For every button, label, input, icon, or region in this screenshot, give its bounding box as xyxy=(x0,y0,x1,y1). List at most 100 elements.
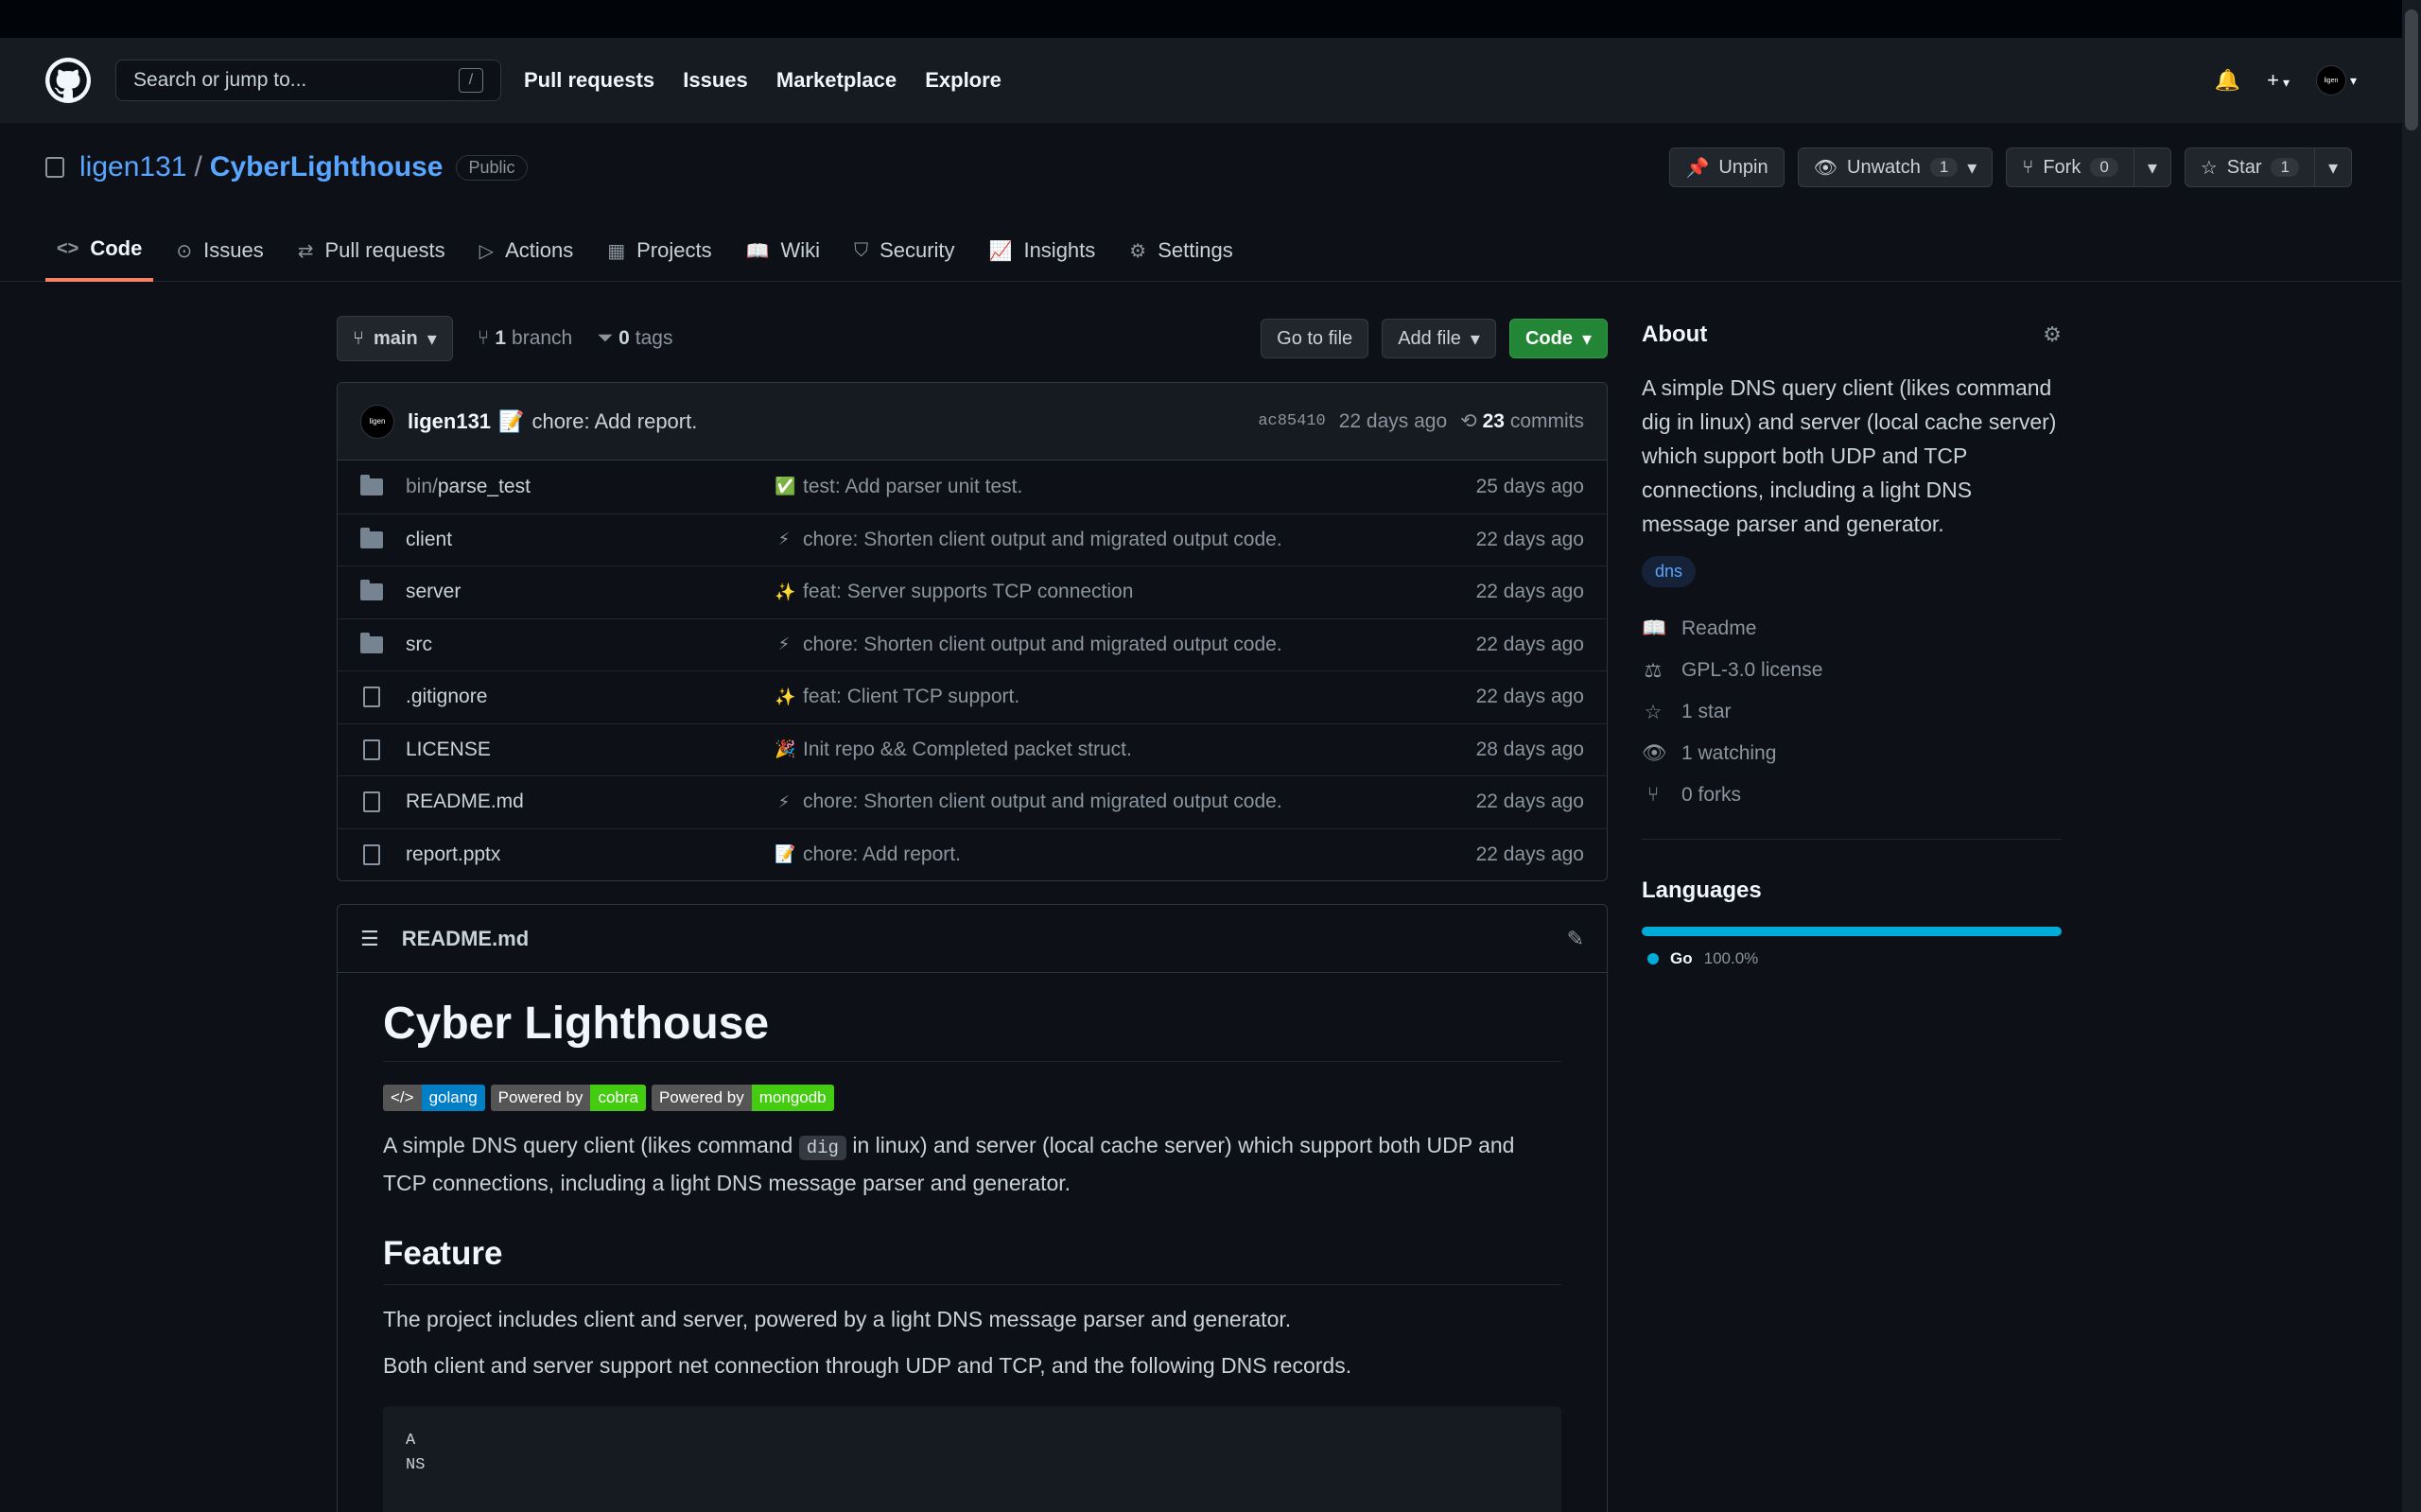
unpin-button[interactable]: 📌 Unpin xyxy=(1669,148,1785,187)
commit-message-link[interactable]: chore: Add report. xyxy=(531,409,697,434)
file-name-link[interactable]: bin/parse_test xyxy=(406,476,775,498)
nav-explore[interactable]: Explore xyxy=(925,68,1001,92)
fork-button[interactable]: ⑂ Fork 0 xyxy=(2006,148,2134,187)
file-icon xyxy=(360,843,383,865)
file-row[interactable]: report.pptx 📝 chore: Add report. 22 days ag… xyxy=(338,827,1607,881)
file-name-link[interactable]: client xyxy=(406,529,775,551)
nav-issues[interactable]: Issues xyxy=(683,68,748,92)
commit-author-link[interactable]: ligen131 xyxy=(408,409,491,434)
tab-wiki[interactable]: 📖 Wiki xyxy=(735,219,831,282)
commit-meta: ac85410 22 days ago ⟲ 23 commits xyxy=(1258,409,1584,433)
about-heading: About xyxy=(1642,322,1708,347)
tab-code[interactable]: <> Code xyxy=(45,219,154,282)
language-bar xyxy=(1642,927,2062,936)
commits-link[interactable]: ⟲ 23 commits xyxy=(1460,409,1584,433)
file-age: 22 days ago xyxy=(1475,843,1584,865)
file-list: bin/parse_test ✅ test: Add parser unit tes… xyxy=(338,461,1607,880)
feature-heading: Feature xyxy=(383,1235,1561,1285)
forks-link[interactable]: ⑂ 0 forks xyxy=(1642,774,2062,816)
stars-link[interactable]: ☆ 1 star xyxy=(1642,691,2062,733)
readme-header: ☰ README.md ✎ xyxy=(338,905,1607,973)
watching-label: 1 watching xyxy=(1681,742,1777,764)
tab-insights[interactable]: 📈 Insights xyxy=(978,219,1107,282)
file-name-link[interactable]: .gitignore xyxy=(406,686,775,708)
commit-emoji-icon: ⚡ xyxy=(777,634,791,654)
file-row[interactable]: server ✨ feat: Server supports TCP connect… xyxy=(338,565,1607,618)
play-icon: ▷ xyxy=(479,240,495,262)
branch-selector[interactable]: ⑂ main ▾ xyxy=(337,316,453,361)
file-row[interactable]: src ⚡ chore: Shorten client output and mig… xyxy=(338,617,1607,671)
badge-golang[interactable]: </> golang xyxy=(383,1085,485,1111)
file-name-link[interactable]: src xyxy=(406,634,775,656)
star-dropdown-button[interactable]: ▾ xyxy=(2314,148,2352,187)
nav-pull-requests[interactable]: Pull requests xyxy=(524,68,654,92)
license-link[interactable]: ⚖ GPL-3.0 license xyxy=(1642,650,2062,691)
tab-actions[interactable]: ▷ Actions xyxy=(468,219,585,282)
commit-message: feat: Client TCP support. xyxy=(803,686,1020,708)
file-commit-message[interactable]: 📝 chore: Add report. xyxy=(775,843,1476,866)
file-commit-message[interactable]: ⚡ chore: Shorten client output and migrat… xyxy=(775,529,1476,551)
topic-tag[interactable]: dns xyxy=(1642,556,1697,587)
file-name-link[interactable]: LICENSE xyxy=(406,739,775,761)
code-button[interactable]: Code ▾ xyxy=(1508,319,1608,358)
chevron-down-icon: ▾ xyxy=(1967,157,1977,179)
add-file-button[interactable]: Add file ▾ xyxy=(1382,319,1496,358)
tab-issues[interactable]: ⊙ Issues xyxy=(165,219,274,282)
file-commit-message[interactable]: ✨ feat: Client TCP support. xyxy=(775,686,1476,708)
chevron-down-icon: ▾ xyxy=(1581,328,1592,350)
github-logo-icon[interactable] xyxy=(45,58,91,103)
tab-projects[interactable]: ▦ Projects xyxy=(596,219,723,282)
languages-heading: Languages xyxy=(1642,878,1762,903)
branches-link[interactable]: ⑂ 1 branch xyxy=(478,327,573,350)
page-scrollbar[interactable] xyxy=(2402,0,2421,1512)
language-color-dot xyxy=(1647,953,1659,965)
bell-icon[interactable]: 🔔 xyxy=(2215,68,2240,93)
pencil-icon[interactable]: ✎ xyxy=(1567,927,1584,951)
list-icon[interactable]: ☰ xyxy=(360,927,379,951)
file-row[interactable]: .gitignore ✨ feat: Client TCP support. 22 d… xyxy=(338,670,1607,723)
watching-link[interactable]: 👁 1 watching xyxy=(1642,733,2062,774)
badge-cobra[interactable]: Powered by cobra xyxy=(490,1085,646,1111)
search-input[interactable]: Search or jump to... / xyxy=(115,60,501,101)
file-name-link[interactable]: report.pptx xyxy=(406,843,775,866)
create-new-button[interactable]: + ▾ xyxy=(2267,68,2290,93)
tab-security[interactable]: ⛉ Security xyxy=(843,219,966,282)
file-age: 22 days ago xyxy=(1475,633,1584,655)
repo-header: ligen131 / CyberLighthouse Public 📌 Unpi… xyxy=(0,123,2402,282)
unwatch-button[interactable]: 👁 Unwatch 1 ▾ xyxy=(1797,148,1994,187)
file-commit-message[interactable]: ⚡ chore: Shorten client output and migrat… xyxy=(775,791,1476,813)
file-commit-message[interactable]: ⚡ chore: Shorten client output and migrat… xyxy=(775,634,1476,656)
tags-link[interactable]: ⏷ 0 tags xyxy=(597,327,672,350)
chevron-down-icon: ▾ xyxy=(427,328,437,350)
file-row[interactable]: LICENSE 🎉 Init repo && Completed packet st… xyxy=(338,722,1607,776)
star-icon: ☆ xyxy=(2200,157,2218,179)
branch-icon: ⑂ xyxy=(477,327,490,349)
commit-sha-link[interactable]: ac85410 xyxy=(1258,412,1325,430)
tab-label: Projects xyxy=(636,238,712,262)
readme-link[interactable]: 📖 Readme xyxy=(1642,608,2062,650)
gear-icon[interactable]: ⚙ xyxy=(2043,322,2062,347)
scrollbar-thumb[interactable] xyxy=(2405,9,2418,130)
repo-name-link[interactable]: CyberLighthouse xyxy=(210,151,444,183)
file-commit-message[interactable]: 🎉 Init repo && Completed packet struct. xyxy=(775,739,1476,761)
file-row[interactable]: bin/parse_test ✅ test: Add parser unit tes… xyxy=(338,461,1607,513)
tab-pull-requests[interactable]: ⇄ Pull requests xyxy=(287,219,457,282)
file-commit-message[interactable]: ✨ feat: Server supports TCP connection xyxy=(775,581,1476,603)
language-item-go[interactable]: Go 100.0% xyxy=(1642,949,2062,968)
readme-box: ☰ README.md ✎ Cyber Lighthouse </> golan… xyxy=(337,904,1608,1512)
repo-owner-link[interactable]: ligen131 xyxy=(79,151,186,183)
go-to-file-button[interactable]: Go to file xyxy=(1261,319,1369,358)
tab-settings[interactable]: ⚙ Settings xyxy=(1118,219,1244,282)
file-commit-message[interactable]: ✅ test: Add parser unit test. xyxy=(775,476,1476,498)
file-name-link[interactable]: server xyxy=(406,581,775,603)
badge-mongodb[interactable]: Powered by mongodb xyxy=(651,1085,834,1111)
file-row[interactable]: client ⚡ chore: Shorten client output and … xyxy=(338,513,1607,566)
user-menu-button[interactable]: ligen ▾ xyxy=(2315,65,2357,96)
file-name-link[interactable]: README.md xyxy=(406,791,775,813)
fork-dropdown-button[interactable]: ▾ xyxy=(2134,148,2171,187)
nav-marketplace[interactable]: Marketplace xyxy=(776,68,897,92)
file-row[interactable]: README.md ⚡ chore: Shorten client output a… xyxy=(338,775,1607,828)
avatar[interactable]: ligen xyxy=(360,404,394,439)
fork-icon: ⑂ xyxy=(1646,784,1660,806)
star-button[interactable]: ☆ Star 1 xyxy=(2184,148,2315,187)
